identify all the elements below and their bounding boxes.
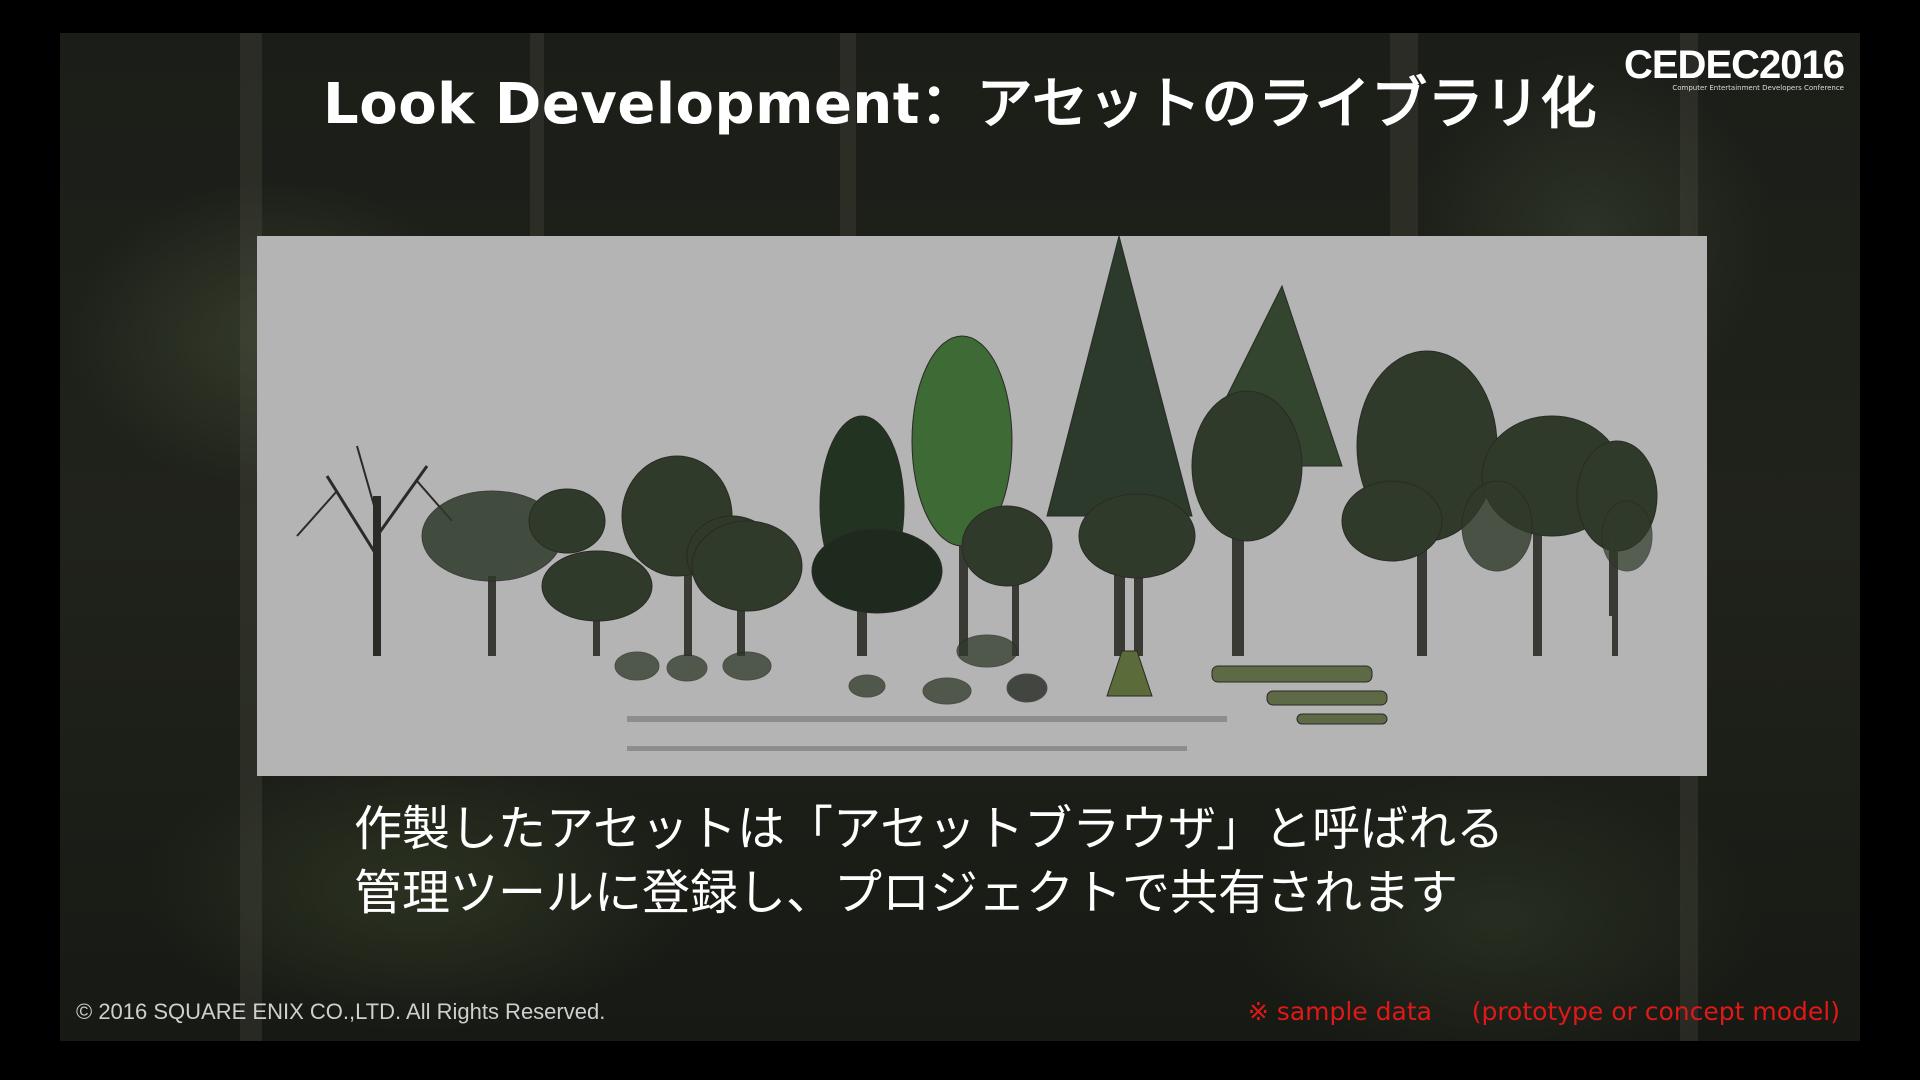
note-mark: ※ (1247, 997, 1269, 1026)
tree-icon (1078, 493, 1196, 656)
asset-library-image (257, 236, 1707, 776)
bush-icon (614, 634, 1048, 705)
body-line: 管理ツールに登録し、プロジェクトで共有されます (354, 865, 1459, 921)
copyright: © 2016 SQUARE ENIX CO.,LTD. All Rights R… (76, 999, 606, 1024)
note-paren: (prototype or concept model) (1471, 997, 1840, 1026)
logo-text: CEDEC2016 (1623, 43, 1845, 87)
stump-icon (1106, 650, 1153, 697)
tree-icon (1191, 284, 1343, 656)
slide: Look Development：アセットのライブラリ化 CEDEC2016 C… (60, 33, 1860, 1041)
tree-icon (961, 505, 1053, 656)
note-text: sample data (1276, 997, 1432, 1026)
ground-debris-icon (627, 716, 1227, 751)
sample-data-note: ※ sample data (prototype or concept mode… (1248, 997, 1840, 1026)
cedec-logo: CEDEC2016 Computer Entertainment Develop… (1623, 43, 1845, 92)
tree-assets-illustration (296, 236, 1658, 751)
tree-icon (1046, 236, 1193, 656)
log-icon (1211, 665, 1388, 725)
body-line: 作製したアセットは「アセットブラウザ」と呼ばれる (354, 801, 1505, 857)
body-text: 作製したアセットは「アセットブラウザ」と呼ばれる 管理ツールに登録し、プロジェク… (354, 797, 1654, 925)
tree-icon (911, 335, 1013, 656)
tree-icon (691, 520, 803, 656)
tree-icon (1601, 500, 1653, 616)
slide-title: Look Development：アセットのライブラリ化 (323, 72, 1597, 137)
